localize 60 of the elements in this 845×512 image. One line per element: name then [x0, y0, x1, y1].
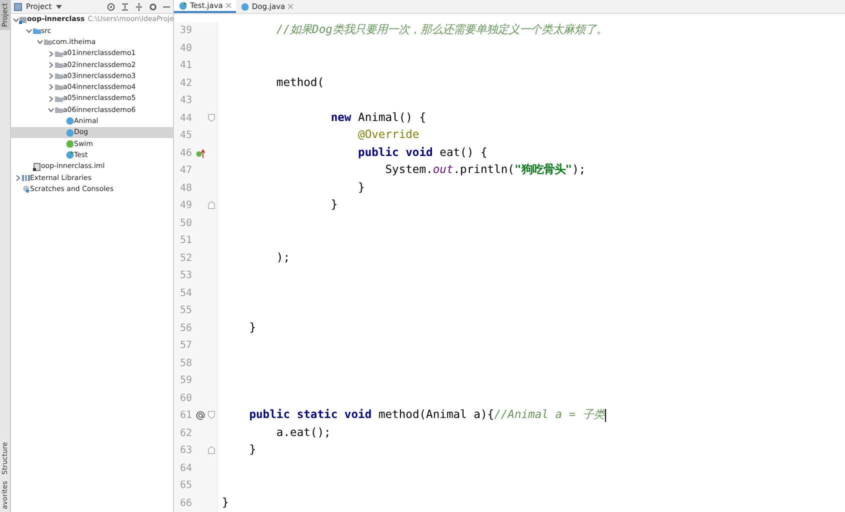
target-icon — [107, 2, 115, 10]
line-number: 60 — [178, 392, 192, 406]
code-line: } — [248, 442, 256, 458]
line-number: 63 — [178, 444, 192, 458]
scratch-icon — [22, 185, 30, 194]
line-number: 42 — [178, 76, 192, 91]
collapse-icon — [121, 2, 129, 10]
line-number: 54 — [178, 286, 192, 301]
code-line: a.eat(); — [275, 424, 331, 441]
line-number: 49 — [178, 199, 192, 214]
line-number: 57 — [178, 339, 192, 354]
line-number: 44 — [178, 112, 192, 126]
chevron-right-icon — [14, 174, 20, 181]
code-line: } — [221, 494, 229, 511]
code-line: public static void method(Animal a){//Animal a = 子类 — [248, 407, 606, 424]
code-line: ); — [275, 250, 290, 266]
line-number: 43 — [178, 94, 192, 108]
class-icon — [179, 2, 187, 10]
line-number: 64 — [178, 462, 192, 476]
line-number: 61 — [178, 409, 192, 424]
line-number: 55 — [178, 304, 192, 318]
library-icon — [22, 174, 30, 182]
file-icon — [33, 162, 41, 170]
code-line: @Override — [357, 127, 420, 144]
line-number: 56 — [178, 322, 192, 336]
code-line: } — [330, 197, 338, 214]
code-line: } — [357, 180, 365, 196]
class-icon — [66, 151, 74, 160]
code-line: System.out.println("狗吃骨头"); — [384, 162, 586, 178]
code-line: } — [248, 320, 256, 336]
expand-icon — [135, 2, 143, 10]
close-icon — [288, 4, 294, 9]
line-number: 40 — [178, 42, 192, 56]
class-icon — [240, 2, 249, 10]
interface-icon — [66, 140, 74, 148]
line-number: 41 — [178, 59, 192, 74]
line-number: 47 — [178, 164, 192, 178]
code-line: public void eat() { — [357, 144, 488, 161]
line-number: 53 — [178, 269, 192, 284]
chevron-down-icon — [48, 107, 54, 114]
line-number: 58 — [178, 356, 192, 371]
code-line: method( — [275, 74, 324, 91]
code-line: //如果Dog类我只要用一次，那么还需要单独定义一个类太麻烦了。 — [275, 22, 608, 38]
line-number: 45 — [178, 129, 192, 144]
close-icon — [226, 3, 231, 8]
panel-icon — [14, 2, 22, 10]
line-number: 62 — [178, 426, 192, 441]
caret-icon — [56, 4, 62, 8]
module-folder-icon — [19, 16, 27, 24]
line-number: 50 — [178, 216, 192, 231]
line-number: 46 — [178, 146, 192, 161]
settings-icon — [149, 2, 157, 10]
line-number: 59 — [178, 374, 192, 388]
line-number: 52 — [178, 252, 192, 266]
line-number: 51 — [178, 234, 192, 248]
code-line: new Animal() { — [330, 110, 426, 126]
line-number: 48 — [178, 182, 192, 196]
line-number: 66 — [178, 496, 192, 511]
line-number: 39 — [178, 24, 192, 38]
line-number: 65 — [178, 479, 192, 494]
